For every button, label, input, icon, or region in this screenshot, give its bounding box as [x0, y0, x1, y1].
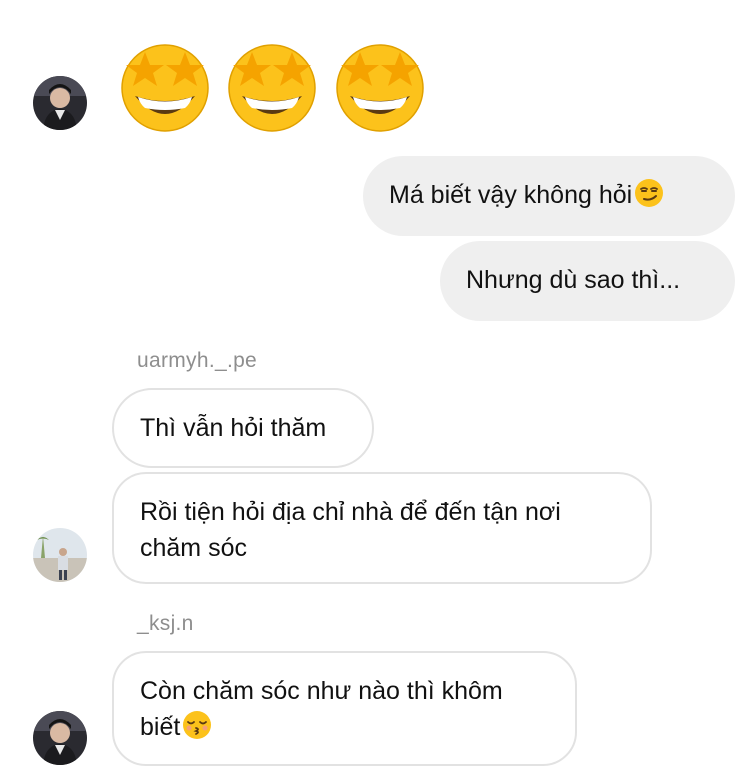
message-text: Thì vẫn hỏi thăm — [140, 414, 327, 442]
message-text: biết — [140, 713, 181, 741]
star-struck-icon — [228, 44, 316, 132]
sender-name[interactable]: uarmyh._.pe — [137, 349, 257, 373]
user-avatar[interactable] — [33, 76, 87, 130]
outgoing-message-bubble[interactable]: Nhưng dù sao thì... — [440, 241, 735, 321]
sender-name[interactable]: _ksj.n — [137, 612, 194, 636]
star-struck-emoji[interactable] — [222, 34, 322, 134]
message-text-line: chăm sóc — [140, 534, 247, 562]
message-text: Nhưng dù sao thì... — [466, 266, 681, 294]
star-struck-emoji[interactable] — [115, 34, 215, 134]
message-text: Má biết vậy không hỏi — [389, 181, 633, 209]
smirking-face-icon — [633, 177, 665, 209]
star-struck-icon — [121, 44, 209, 132]
avatar-photo — [33, 711, 87, 765]
avatar-photo — [33, 528, 87, 582]
user-avatar[interactable] — [33, 711, 87, 765]
message-text-line: Rồi tiện hỏi địa chỉ nhà để đến tận nơi — [140, 498, 561, 526]
incoming-message-bubble[interactable]: Rồi tiện hỏi địa chỉ nhà để đến tận nơi … — [112, 472, 652, 584]
star-struck-emoji[interactable] — [330, 34, 430, 134]
incoming-message-bubble[interactable]: Thì vẫn hỏi thăm — [112, 388, 374, 468]
chat-thread: Má biết vậy không hỏi Nhưng dù sao thì..… — [0, 0, 750, 766]
star-struck-icon — [336, 44, 424, 132]
outgoing-message-bubble[interactable]: Má biết vậy không hỏi — [363, 156, 735, 236]
kissing-closed-eyes-icon — [181, 709, 213, 741]
message-text-line: Còn chăm sóc như nào thì khôm — [140, 677, 503, 705]
incoming-message-bubble[interactable]: Còn chăm sóc như nào thì khôm biết — [112, 651, 577, 766]
avatar-photo — [33, 76, 87, 130]
message-text-line-with-emoji: biết — [140, 709, 549, 745]
user-avatar[interactable] — [33, 528, 87, 582]
